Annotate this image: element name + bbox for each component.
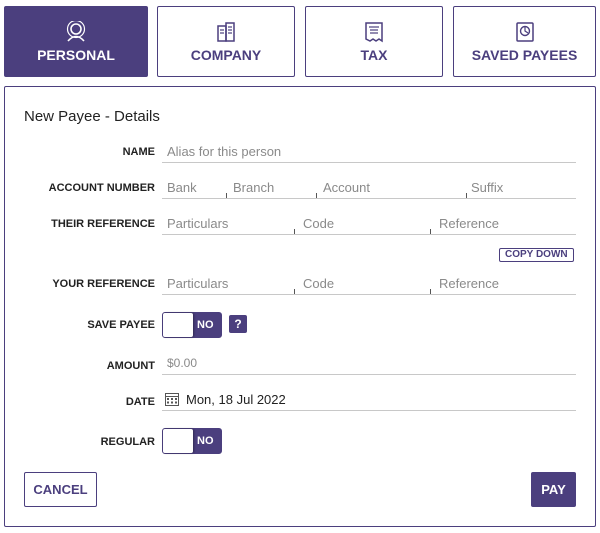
field-separator (430, 229, 431, 234)
your-reference-group: Particulars Code Reference (162, 271, 576, 295)
date-picker[interactable]: Mon, 18 Jul 2022 (162, 387, 576, 411)
amount-label: AMOUNT (106, 360, 155, 372)
save-payee-label: SAVE PAYEE (87, 319, 155, 331)
your-reference-underline (162, 294, 576, 295)
cancel-button[interactable]: CANCEL (24, 472, 97, 507)
your-particulars-placeholder: Particulars (167, 276, 229, 291)
account-input[interactable]: Account (318, 175, 466, 199)
your-reference-input[interactable]: Reference (432, 271, 576, 295)
regular-toggle[interactable]: NO (162, 428, 222, 454)
your-reference-placeholder: Reference (439, 276, 499, 291)
help-button[interactable]: ? (229, 315, 247, 333)
save-payee-toggle-state: NO (197, 319, 214, 331)
form-title: New Payee - Details (24, 108, 160, 125)
building-icon (217, 21, 235, 42)
tab-tax-label: TAX (360, 46, 388, 63)
their-particulars-input[interactable]: Particulars (162, 211, 294, 235)
their-reference-placeholder: Reference (439, 216, 499, 231)
your-code-placeholder: Code (303, 276, 335, 291)
suffix-input[interactable]: Suffix (468, 175, 576, 199)
field-separator (316, 193, 317, 198)
person-icon (66, 20, 86, 42)
their-particulars-placeholder: Particulars (167, 216, 229, 231)
toggle-knob (163, 429, 193, 453)
your-code-input[interactable]: Code (296, 271, 430, 295)
their-code-input[interactable]: Code (296, 211, 430, 235)
their-reference-group: Particulars Code Reference (162, 211, 576, 235)
suffix-placeholder: Suffix (471, 180, 504, 195)
date-label: DATE (125, 396, 155, 408)
name-underline (162, 162, 576, 163)
regular-label: REGULAR (100, 436, 155, 448)
field-separator (466, 193, 467, 198)
their-reference-input[interactable]: Reference (432, 211, 576, 235)
tab-personal-label: PERSONAL (37, 46, 115, 63)
pay-button[interactable]: PAY (531, 472, 576, 507)
date-underline (162, 410, 576, 411)
account-number-group: Bank Branch Account Suffix (162, 175, 576, 199)
tax-icon (365, 21, 383, 42)
tab-company-label: COMPANY (190, 46, 262, 63)
amount-input[interactable]: $0.00 (162, 351, 576, 375)
regular-toggle-state: NO (197, 435, 214, 447)
tab-tax[interactable]: TAX (305, 6, 443, 77)
field-separator (294, 289, 295, 294)
copy-down-button[interactable]: COPY DOWN (499, 248, 574, 262)
amount-underline (162, 374, 576, 375)
branch-input[interactable]: Branch (228, 175, 316, 199)
their-code-placeholder: Code (303, 216, 335, 231)
account-number-label: ACCOUNT NUMBER (48, 182, 155, 194)
field-separator (294, 229, 295, 234)
name-placeholder: Alias for this person (167, 144, 282, 159)
saved-payees-icon (515, 21, 534, 42)
tab-saved-payees[interactable]: SAVED PAYEES (453, 6, 596, 77)
name-label: NAME (122, 146, 155, 158)
tab-company[interactable]: COMPANY (157, 6, 295, 77)
their-reference-label: THEIR REFERENCE (51, 218, 155, 230)
your-reference-label: YOUR REFERENCE (52, 278, 155, 290)
payee-type-tabs: PERSONAL COMPANY TAX SAVED PAYEES (0, 0, 600, 85)
new-payee-form: New Payee - Details NAME Alias for this … (4, 86, 596, 527)
branch-placeholder: Branch (233, 180, 275, 195)
amount-placeholder: $0.00 (167, 356, 198, 370)
save-payee-toggle[interactable]: NO (162, 312, 222, 338)
bank-placeholder: Bank (167, 180, 197, 195)
account-placeholder: Account (323, 180, 370, 195)
name-input[interactable]: Alias for this person (162, 139, 576, 163)
calendar-icon (165, 393, 179, 406)
date-value: Mon, 18 Jul 2022 (186, 392, 286, 407)
your-particulars-input[interactable]: Particulars (162, 271, 294, 295)
toggle-knob (163, 313, 193, 337)
field-separator (226, 193, 227, 198)
their-reference-underline (162, 234, 576, 235)
tab-saved-payees-label: SAVED PAYEES (471, 46, 578, 63)
field-separator (430, 289, 431, 294)
account-number-underline (162, 198, 576, 199)
bank-input[interactable]: Bank (162, 175, 226, 199)
tab-personal[interactable]: PERSONAL (4, 6, 148, 77)
